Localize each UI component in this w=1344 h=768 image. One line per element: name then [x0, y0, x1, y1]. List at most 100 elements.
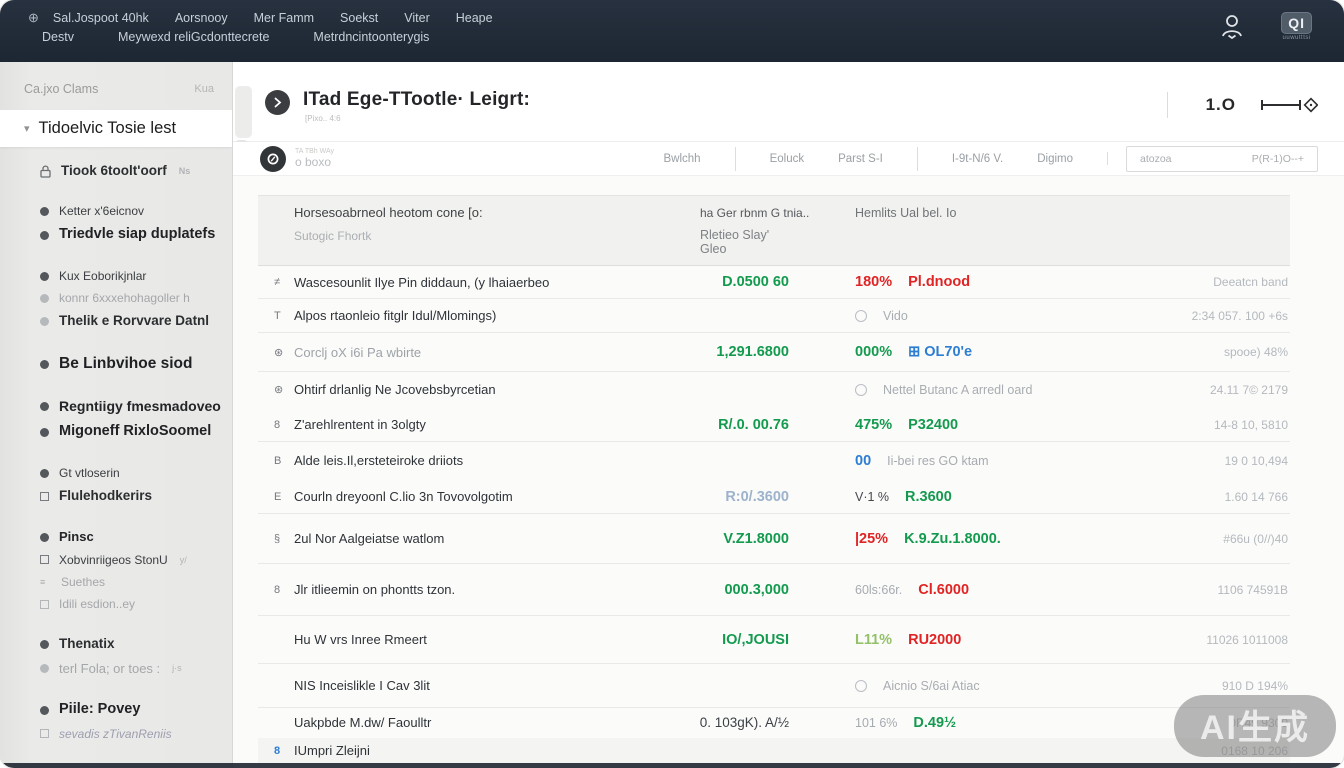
- sidebar-item[interactable]: Ketter x'6eicnov: [0, 200, 232, 222]
- toolbar-tab[interactable]: I-9t-N/6 V.: [952, 153, 1003, 165]
- table-row[interactable]: 8IUmpri Zleijni0168 10 206: [258, 738, 1290, 764]
- sidebar-item[interactable]: Piile: Povey: [0, 697, 232, 723]
- row-status-cell: 000%⊞ OL70'e: [789, 344, 1089, 360]
- toolbar-tab[interactable]: Digimo: [1037, 153, 1073, 165]
- nav-item[interactable]: Aorsnooy: [175, 11, 228, 25]
- sidebar-item[interactable]: Thenatix: [0, 632, 232, 656]
- row-value: 0. 103gK). A/½: [654, 715, 789, 730]
- sidebar-item[interactable]: Tiook 6toolt'oorfNs: [0, 159, 232, 183]
- sidebar-item[interactable]: Pinsc: [0, 525, 232, 549]
- row-status-cell: |25%K.9.Zu.1.8000.: [789, 531, 1089, 547]
- row-icon: ⊛: [258, 346, 294, 359]
- sidebar-item-label: Migoneff RixloSoomel: [59, 422, 211, 442]
- sidebar-item[interactable]: konnr 6xxxehohagoller h: [0, 287, 232, 309]
- status-circle-icon[interactable]: [855, 680, 867, 692]
- table-row[interactable]: 8Jlr itlieemin on phontts tzon.000.3,000…: [258, 564, 1290, 616]
- range-box-left: atozoa: [1140, 153, 1172, 165]
- nav-item[interactable]: Sal.Jospoot 40hk: [53, 11, 149, 25]
- table-row[interactable]: 8Z'arehlrentent in 3olgtyR/.0. 00.76475%…: [258, 408, 1290, 442]
- table-header: Horsesoabrneol heotom cone [o: Sutogic F…: [258, 195, 1290, 266]
- nav-item[interactable]: Soekst: [340, 11, 378, 25]
- toolbar-tab[interactable]: Eoluck: [770, 153, 805, 165]
- sidebar-item-label: Be Linbvihoe siod: [59, 354, 192, 375]
- target-icon: [266, 152, 280, 166]
- table-row[interactable]: §2ul Nor Aalgeiatse watlomV.Z1.8000|25%K…: [258, 514, 1290, 564]
- row-label: Z'arehlrentent in 3olgty: [294, 417, 654, 432]
- row-label: Corclj oX i6i Pa wbirte: [294, 345, 654, 360]
- toolbar-divider: [1107, 152, 1108, 165]
- navbar-actions: QI uuwutttsi: [1219, 12, 1312, 41]
- sidebar-item[interactable]: ≡Suethes: [0, 571, 232, 593]
- table-row[interactable]: Hu W vrs Inree RmeertIO/,JOUSIL11%RU2000…: [258, 616, 1290, 664]
- nav-item[interactable]: Heape: [456, 11, 493, 25]
- bullet-icon: [40, 640, 49, 649]
- table-row[interactable]: ≠Wascesounlit Ilye Pin diddaun, (y lhaia…: [258, 266, 1290, 299]
- row-status-cell: 101 6%D.49½: [789, 715, 1089, 731]
- table-row[interactable]: ⊛Corclj oX i6i Pa wbirte1,291.6800000%⊞ …: [258, 333, 1290, 372]
- panel-notch: [235, 86, 252, 138]
- user-icon[interactable]: [1219, 12, 1245, 40]
- table-row[interactable]: BAlde leis.Il,ersteteiroke driiots00Ii-b…: [258, 442, 1290, 480]
- toolbar-tab[interactable]: Parst S-I: [838, 153, 883, 165]
- sidebar-item[interactable]: Gt vtloserin: [0, 462, 232, 484]
- sidebar-item[interactable]: Be Linbvihoe siod: [0, 351, 232, 378]
- sidebar-item-label: Gt vtloserin: [59, 465, 120, 481]
- toolbar-range-box[interactable]: atozoa P(R-1)O--+: [1126, 146, 1318, 172]
- sidebar-selected-label: Tidoelvic Tosie lest: [39, 119, 177, 138]
- zoom-level[interactable]: 1.O: [1206, 95, 1236, 115]
- nav-item[interactable]: Viter: [404, 11, 429, 25]
- zoom-slider-icon[interactable]: [1260, 97, 1318, 113]
- row-label: 2ul Nor Aalgeiatse watlom: [294, 531, 654, 546]
- bullet-icon: [40, 317, 49, 326]
- sidebar-item[interactable]: sevadis zTivanReniis: [0, 723, 232, 745]
- sidebar-item[interactable]: Thelik e Rorvvare Datnl: [0, 309, 232, 333]
- sidebar-item[interactable]: Migoneff RixloSoomel: [0, 419, 232, 445]
- nav-item[interactable]: Destv: [42, 30, 74, 44]
- nav-item[interactable]: Meywexd reliGcdonttecrete: [118, 30, 269, 44]
- zoom-controls: 1.O: [1167, 92, 1318, 118]
- nav-item[interactable]: Metrdncintoonterygis: [313, 30, 429, 44]
- row-metric: D.49½: [913, 715, 956, 731]
- sidebar-item[interactable]: Idili esdion..ey: [0, 593, 232, 615]
- sidebar-header-right[interactable]: Kua: [194, 83, 214, 95]
- row-value: 000.3,000: [654, 582, 789, 598]
- row-metric: Pl.dnood: [908, 274, 970, 290]
- toolbar: TA TBh WAy o boxo BwlchhEoluckParst S-II…: [233, 142, 1344, 176]
- row-metric: P32400: [908, 417, 958, 433]
- sidebar-item[interactable]: Flulehodkerirs: [0, 484, 232, 508]
- sidebar-item[interactable]: Triedvle siap duplatefs: [0, 222, 232, 248]
- table-row[interactable]: Uakpbde M.dw/ Faoulltr0. 103gK). A/½101 …: [258, 708, 1290, 738]
- status-circle-icon[interactable]: [855, 384, 867, 396]
- sidebar-item[interactable]: Xobvinriigeos StonUy/: [0, 549, 232, 571]
- profile-badge[interactable]: QI uuwutttsi: [1281, 12, 1312, 41]
- sidebar-item-label: terl Fola; or toes :: [59, 660, 160, 678]
- sidebar-item[interactable]: Kux Eoborikjnlar: [0, 265, 232, 287]
- sidebar-item-label: Piile: Povey: [59, 700, 140, 720]
- row-metric: 00: [855, 453, 871, 469]
- row-value: D.0500 60: [654, 274, 789, 290]
- sidebar-item-label: Regntiigy fmesmadoveo: [59, 397, 221, 416]
- table-row[interactable]: ⊛Ohtirf drlanlig Ne JcovebsbyrcetianNett…: [258, 372, 1290, 408]
- record-icon[interactable]: [260, 146, 286, 172]
- row-status-cell: 00Ii-bei res GO ktam: [789, 453, 1089, 469]
- header-col-right-spacer: [1089, 204, 1290, 256]
- table-row[interactable]: TAlpos rtaonleio fitglr Idul/Mlomings)Vi…: [258, 299, 1290, 333]
- toolbar-left-label: o boxo: [295, 156, 334, 169]
- toolbar-tab[interactable]: Bwlchh: [664, 153, 701, 165]
- sidebar-item-selected[interactable]: ▾ Tidoelvic Tosie lest: [0, 110, 232, 147]
- sidebar-item[interactable]: Regntiigy fmesmadoveo: [0, 394, 232, 419]
- table-body: ≠Wascesounlit Ilye Pin diddaun, (y lhaia…: [258, 266, 1290, 768]
- table-row[interactable]: ECourln dreyoonl C.lio 3n TovovolgotimR:…: [258, 480, 1290, 514]
- back-button[interactable]: [265, 90, 290, 115]
- sidebar-list: Tiook 6toolt'oorfNs Ketter x'6eicnovTried…: [0, 159, 232, 745]
- menu-icon: ≡: [40, 576, 51, 588]
- status-circle-icon[interactable]: [855, 310, 867, 322]
- row-icon: 8: [258, 745, 294, 757]
- row-label: IUmpri Zleijni: [294, 743, 654, 758]
- sidebar-item[interactable]: terl Fola; or toes :j·s: [0, 657, 232, 681]
- header-col-amount: ha Ger rbnm G tnia.. Rletieo Slay' Gleo: [654, 204, 789, 256]
- bullet-icon: [40, 272, 49, 281]
- badge-label: QI: [1281, 12, 1312, 34]
- table-row[interactable]: NIS Inceislikle I Cav 3litAicnio S/6ai A…: [258, 664, 1290, 708]
- nav-item[interactable]: Mer Famm: [254, 11, 314, 25]
